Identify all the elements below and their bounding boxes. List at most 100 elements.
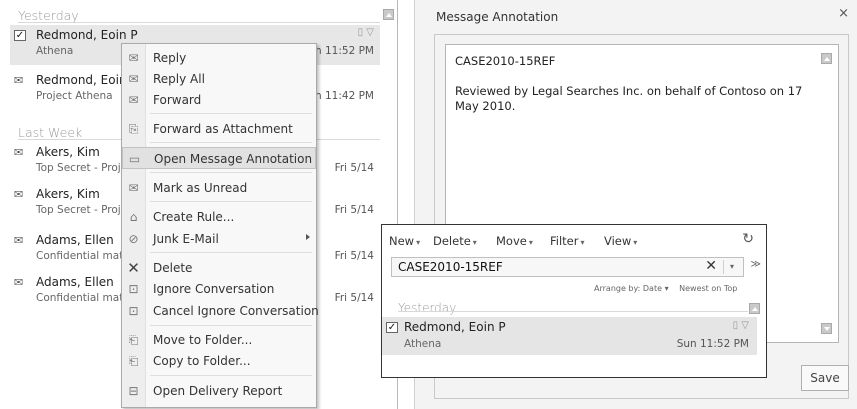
menu-item-open-message-annotation[interactable]: ▭ Open Message Annotation (122, 147, 316, 169)
forward-attachment-icon: ⎘ (128, 122, 139, 136)
menu-item-reply[interactable]: ✉ Reply (122, 47, 316, 69)
menu-separator (150, 375, 312, 376)
menu-item-label: Create Rule... (153, 210, 235, 224)
message-time: Fri 5/14 (334, 292, 374, 304)
annotation-text[interactable]: CASE2010-15REF Reviewed by Legal Searche… (455, 54, 815, 114)
message-from: Redmond, Eoin P (404, 320, 506, 334)
menu-item-mark-as-unread[interactable]: ✉ Mark as Unread (122, 177, 316, 199)
menu-item-label: Mark as Unread (153, 181, 248, 195)
context-menu: ✉ Reply ✉ Reply All ✉ Forward ⎘ Forward … (121, 43, 319, 408)
menu-item-label: Delete (153, 261, 193, 275)
scroll-up-button[interactable] (383, 9, 394, 20)
group-header-yesterday: Yesterday (398, 301, 457, 315)
group-header-last-week: Last Week (18, 125, 83, 140)
delete-menu-label: Delete (433, 234, 471, 248)
message-subject: Athena (36, 45, 74, 57)
menu-separator (150, 252, 312, 253)
check-icon[interactable]: ✓ (386, 322, 398, 333)
move-menu-label: Move (496, 234, 527, 248)
cancel-ignore-icon: ⊡ (128, 304, 139, 318)
menu-item-copy-to-folder[interactable]: ⎗ Copy to Folder... (122, 350, 316, 372)
unread-icon: ✉ (128, 181, 139, 195)
forward-icon: ✉ (128, 93, 139, 107)
dropdown-caret-icon: ▾ (633, 238, 638, 247)
search-dropdown-icon[interactable]: ▾ (723, 260, 740, 274)
save-button[interactable]: Save (801, 365, 849, 391)
view-toolbar: New ▾ Delete ▾ Move ▾ Filter ▾ View ▾ ↻ (382, 225, 766, 255)
menu-item-forward-as-attachment[interactable]: ⎘ Forward as Attachment (122, 118, 316, 140)
annotation-icon: ▭ (128, 152, 141, 166)
menu-item-label: Move to Folder... (153, 333, 253, 347)
submenu-arrow-icon (306, 234, 310, 240)
message-from: Redmond, Eoin P (36, 28, 138, 42)
rule-icon: ⌂ (129, 210, 138, 224)
arrange-bar: Arrange by: Date ▾ Newest on Top (594, 284, 737, 293)
search-box[interactable]: CASE2010-15REF ✕ ▾ (391, 257, 744, 277)
menu-separator (150, 113, 312, 114)
menu-item-label: Junk E-Mail (153, 232, 219, 246)
inset-scroll-up-button[interactable] (749, 303, 760, 314)
menu-item-open-delivery-report[interactable]: ⊟ Open Delivery Report (122, 380, 316, 402)
new-menu[interactable]: New ▾ (389, 234, 420, 248)
filter-menu[interactable]: Filter ▾ (550, 234, 585, 248)
search-result-row[interactable]: ✓ Redmond, Eoin P Athena ▯ ▽ Sun 11:52 P… (382, 317, 757, 355)
close-icon[interactable]: × (838, 6, 849, 21)
clear-search-icon[interactable]: ✕ (705, 258, 717, 274)
view-menu[interactable]: View ▾ (604, 234, 637, 248)
message-from: Akers, Kim (36, 145, 100, 159)
textarea-scroll-down-button[interactable] (821, 323, 832, 334)
message-time: Fri 5/14 (334, 250, 374, 262)
search-results-inset: New ▾ Delete ▾ Move ▾ Filter ▾ View ▾ ↻ CASE2… (381, 224, 767, 378)
attachment-envelope-icon: ✉ (14, 146, 24, 159)
menu-item-label: Forward (153, 93, 202, 107)
menu-item-delete[interactable]: ✕ Delete (122, 257, 316, 279)
dropdown-caret-icon: ▾ (528, 238, 533, 247)
arrange-by-date[interactable]: Arrange by: Date (594, 284, 662, 293)
dialog-title: Message Annotation (436, 10, 559, 24)
search-input[interactable]: CASE2010-15REF (398, 260, 503, 274)
view-menu-label: View (604, 234, 632, 248)
message-time: Sun 11:52 PM (676, 338, 749, 350)
menu-item-label: Reply (153, 51, 187, 65)
menu-separator (150, 201, 312, 202)
move-menu[interactable]: Move ▾ (496, 234, 533, 248)
dropdown-caret-icon: ▾ (664, 284, 669, 293)
delete-menu[interactable]: Delete ▾ (433, 234, 477, 248)
menu-item-junk-email[interactable]: ⊘ Junk E-Mail (122, 228, 316, 250)
dropdown-caret-icon: ▾ (580, 238, 585, 247)
read-envelope-icon: ✉ (14, 74, 24, 87)
menu-item-forward[interactable]: ✉ Forward (122, 89, 316, 111)
move-folder-icon: ⎗ (128, 333, 139, 347)
dropdown-caret-icon: ▾ (472, 238, 477, 247)
message-subject: Project Athena (36, 90, 113, 102)
attachment-envelope-icon: ✉ (14, 234, 24, 247)
menu-item-ignore-conversation[interactable]: ⊡ Ignore Conversation (122, 278, 316, 300)
menu-item-label: Cancel Ignore Conversation (153, 304, 319, 318)
flag-icon[interactable]: ▯ ▽ (733, 320, 749, 331)
reply-all-icon: ✉ (128, 72, 139, 86)
menu-item-label: Open Delivery Report (153, 384, 283, 398)
reply-icon: ✉ (128, 51, 139, 65)
delete-icon: ✕ (127, 259, 140, 277)
menu-item-label: Reply All (153, 72, 205, 86)
message-time: Fri 5/14 (334, 162, 374, 174)
menu-item-cancel-ignore-conversation[interactable]: ⊡ Cancel Ignore Conversation (122, 300, 319, 322)
menu-item-label: Forward as Attachment (153, 122, 293, 136)
menu-item-move-to-folder[interactable]: ⎗ Move to Folder... (122, 329, 316, 351)
read-envelope-icon: ✉ (14, 188, 24, 201)
sort-order[interactable]: Newest on Top (679, 284, 737, 293)
refresh-icon[interactable]: ↻ (742, 231, 754, 247)
expand-chevron-icon[interactable]: ≫ (751, 259, 761, 270)
menu-item-label: Open Message Annotation (154, 152, 313, 166)
check-icon[interactable]: ✓ (14, 30, 26, 41)
dropdown-caret-icon: ▾ (416, 238, 421, 247)
menu-separator (150, 142, 312, 143)
menu-item-reply-all[interactable]: ✉ Reply All (122, 68, 316, 90)
message-from: Adams, Ellen (36, 233, 114, 247)
flag-icon[interactable]: ▯ ▽ (358, 27, 374, 38)
message-from: Akers, Kim (36, 187, 100, 201)
message-time: Fri 5/14 (334, 204, 374, 216)
menu-separator (150, 325, 312, 326)
textarea-scroll-up-button[interactable] (821, 53, 832, 64)
menu-item-create-rule[interactable]: ⌂ Create Rule... (122, 206, 316, 228)
